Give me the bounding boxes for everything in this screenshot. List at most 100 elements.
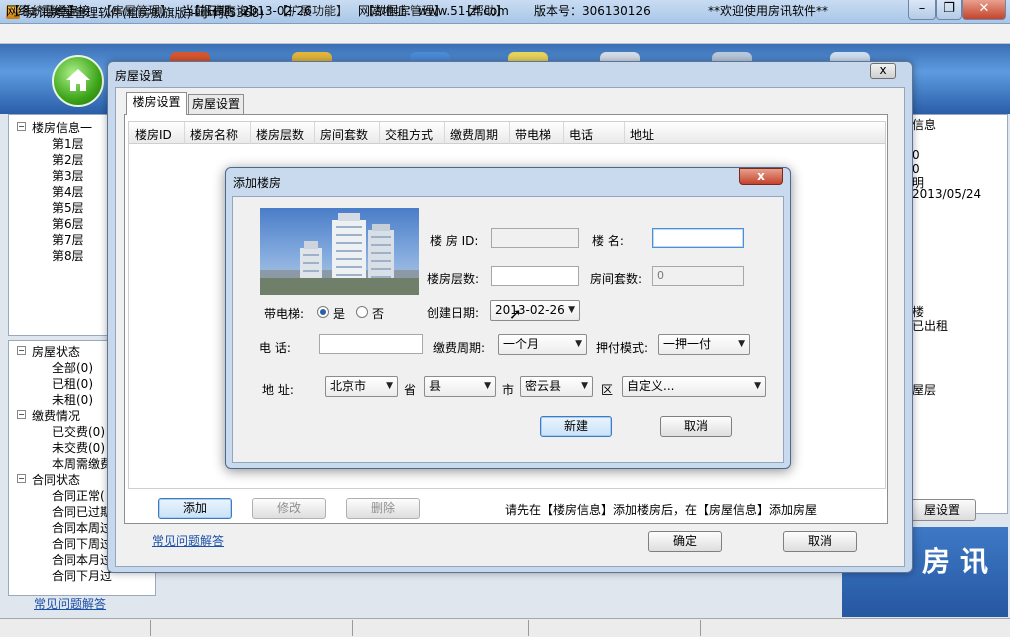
floors-field[interactable]	[491, 266, 579, 286]
delete-button[interactable]: 删除	[346, 498, 420, 519]
province-select[interactable]: 北京市 ▼	[325, 376, 398, 397]
building-id-field[interactable]	[491, 228, 579, 248]
tree-item[interactable]: 全部(0)	[52, 359, 93, 376]
deposit-mode-label: 押付模式:	[596, 341, 649, 355]
column-header[interactable]: 交租方式	[385, 126, 433, 143]
close-window-button[interactable]: ✕	[962, 0, 1006, 20]
tree-floor[interactable]: 第4层	[52, 183, 84, 200]
column-header[interactable]: 楼房层数	[256, 126, 304, 143]
elevator-no-radio[interactable]	[356, 306, 368, 318]
deposit-mode-value: 一押一付	[663, 337, 712, 351]
faq-link-left[interactable]: 常见问题解答	[34, 595, 106, 612]
info-value: 已出租	[912, 319, 949, 333]
tree-floor[interactable]: 第6层	[52, 215, 84, 232]
rooms-label: 房间套数:	[590, 272, 643, 286]
column-divider	[444, 122, 445, 144]
dialog-title: 房屋设置	[115, 69, 164, 83]
tree-floor[interactable]: 第7层	[52, 231, 84, 248]
tree-item[interactable]: 合同下月过	[52, 567, 112, 584]
status-network: 网络：已经连接	[6, 4, 91, 18]
column-divider	[250, 122, 251, 144]
table-header	[129, 122, 885, 144]
tree-item[interactable]: 未交费(0)	[52, 439, 105, 456]
cancel-button[interactable]: 取消	[783, 531, 857, 552]
tree-floor[interactable]: 第1层	[52, 135, 84, 152]
faq-link[interactable]: 常见问题解答	[152, 532, 224, 549]
column-header[interactable]: 缴费周期	[450, 126, 498, 143]
tree-item[interactable]: 合同本周过	[52, 519, 112, 536]
tree-item[interactable]: 已交费(0)	[52, 423, 105, 440]
tree-payment[interactable]: 缴费情况	[32, 407, 80, 424]
column-header[interactable]: 楼房ID	[135, 126, 172, 143]
dropdown-arrow-icon: ▼	[575, 339, 582, 349]
city-value: 县	[429, 379, 442, 393]
column-divider	[184, 122, 185, 144]
collapse-icon[interactable]: −	[17, 122, 26, 131]
column-header[interactable]: 电话	[569, 126, 593, 143]
created-date-label: 创建日期:	[427, 306, 480, 320]
add-building-cancel-button[interactable]: 取消	[660, 416, 732, 437]
tab-house-settings[interactable]: 房屋设置	[188, 94, 244, 114]
tree-floor[interactable]: 第2层	[52, 151, 84, 168]
elevator-yes-radio[interactable]	[317, 306, 329, 318]
collapse-icon[interactable]: −	[17, 410, 26, 419]
tab-building-settings[interactable]: 楼房设置	[126, 92, 187, 115]
menu-house-management[interactable]: 【房屋管理】	[100, 2, 172, 19]
deposit-mode-select[interactable]: 一押一付 ▼	[658, 334, 750, 355]
info-heading: 信息	[912, 118, 937, 132]
tree-item[interactable]: 合同下周过	[52, 535, 112, 552]
info-value: 0	[912, 148, 920, 162]
brand-text: 房讯	[922, 545, 999, 578]
status-date: 当前日期：2013-02-26	[182, 4, 312, 18]
column-header[interactable]: 房间套数	[320, 126, 368, 143]
elevator-no-label[interactable]: 否	[372, 305, 384, 322]
tree-house-status[interactable]: 房屋状态	[32, 343, 80, 360]
custom-address-select[interactable]: 自定义... ▼	[622, 376, 766, 397]
tree-item[interactable]: 未租(0)	[52, 391, 93, 408]
add-building-close-button[interactable]: x	[739, 168, 783, 185]
tree-contract[interactable]: 合同状态	[32, 471, 80, 488]
create-button[interactable]: 新建	[540, 416, 612, 437]
tree-item[interactable]: 已租(0)	[52, 375, 93, 392]
city-unit: 市	[502, 383, 515, 397]
building-photo	[260, 208, 419, 295]
add-button[interactable]: 添加	[158, 498, 232, 519]
building-name-field[interactable]	[652, 228, 744, 248]
tree-item[interactable]: 本周需缴费	[52, 455, 112, 472]
column-header[interactable]: 带电梯	[515, 126, 551, 143]
dropdown-arrow-icon: ▼	[754, 381, 761, 391]
tree-item[interactable]: 合同本月过	[52, 551, 112, 568]
payment-period-select[interactable]: 一个月 ▼	[498, 334, 587, 355]
column-divider	[314, 122, 315, 144]
status-website: 网站地址：www.51-zf.com	[358, 4, 509, 18]
district-value: 密云县	[525, 379, 562, 393]
ok-button[interactable]: 确定	[648, 531, 722, 552]
maximize-button[interactable]: ❐	[936, 0, 962, 20]
tree-floor[interactable]: 第8层	[52, 247, 84, 264]
tree-item[interactable]: 合同已过期	[52, 503, 112, 520]
status-separator	[352, 620, 353, 636]
rooms-field[interactable]: 0	[652, 266, 744, 286]
elevator-label: 带电梯:	[264, 307, 305, 321]
column-header[interactable]: 楼房名称	[190, 126, 238, 143]
tree-floor[interactable]: 第3层	[52, 167, 84, 184]
collapse-icon[interactable]: −	[17, 474, 26, 483]
city-select[interactable]: 县 ▼	[424, 376, 496, 397]
phone-field[interactable]	[319, 334, 423, 354]
column-header[interactable]: 地址	[630, 126, 654, 143]
elevator-yes-label[interactable]: 是	[333, 305, 345, 322]
tree-root-buildings[interactable]: 楼房信息一	[32, 119, 92, 136]
district-select[interactable]: 密云县 ▼	[520, 376, 593, 397]
created-date-picker[interactable]: 2013-02-26 ▼	[490, 300, 580, 321]
add-building-title: 添加楼房	[233, 176, 282, 190]
building-name-label: 楼 名:	[592, 234, 624, 248]
house-settings-button[interactable]: 屋设置	[908, 499, 976, 521]
home-icon[interactable]	[52, 55, 104, 107]
minimize-button[interactable]: –	[908, 0, 936, 20]
dialog-close-button[interactable]: x	[870, 63, 896, 79]
edit-button[interactable]: 修改	[252, 498, 326, 519]
collapse-icon[interactable]: −	[17, 346, 26, 355]
tree-item[interactable]: 合同正常(	[52, 487, 105, 504]
building-id-label: 楼 房 ID:	[430, 234, 479, 248]
tree-floor[interactable]: 第5层	[52, 199, 84, 216]
